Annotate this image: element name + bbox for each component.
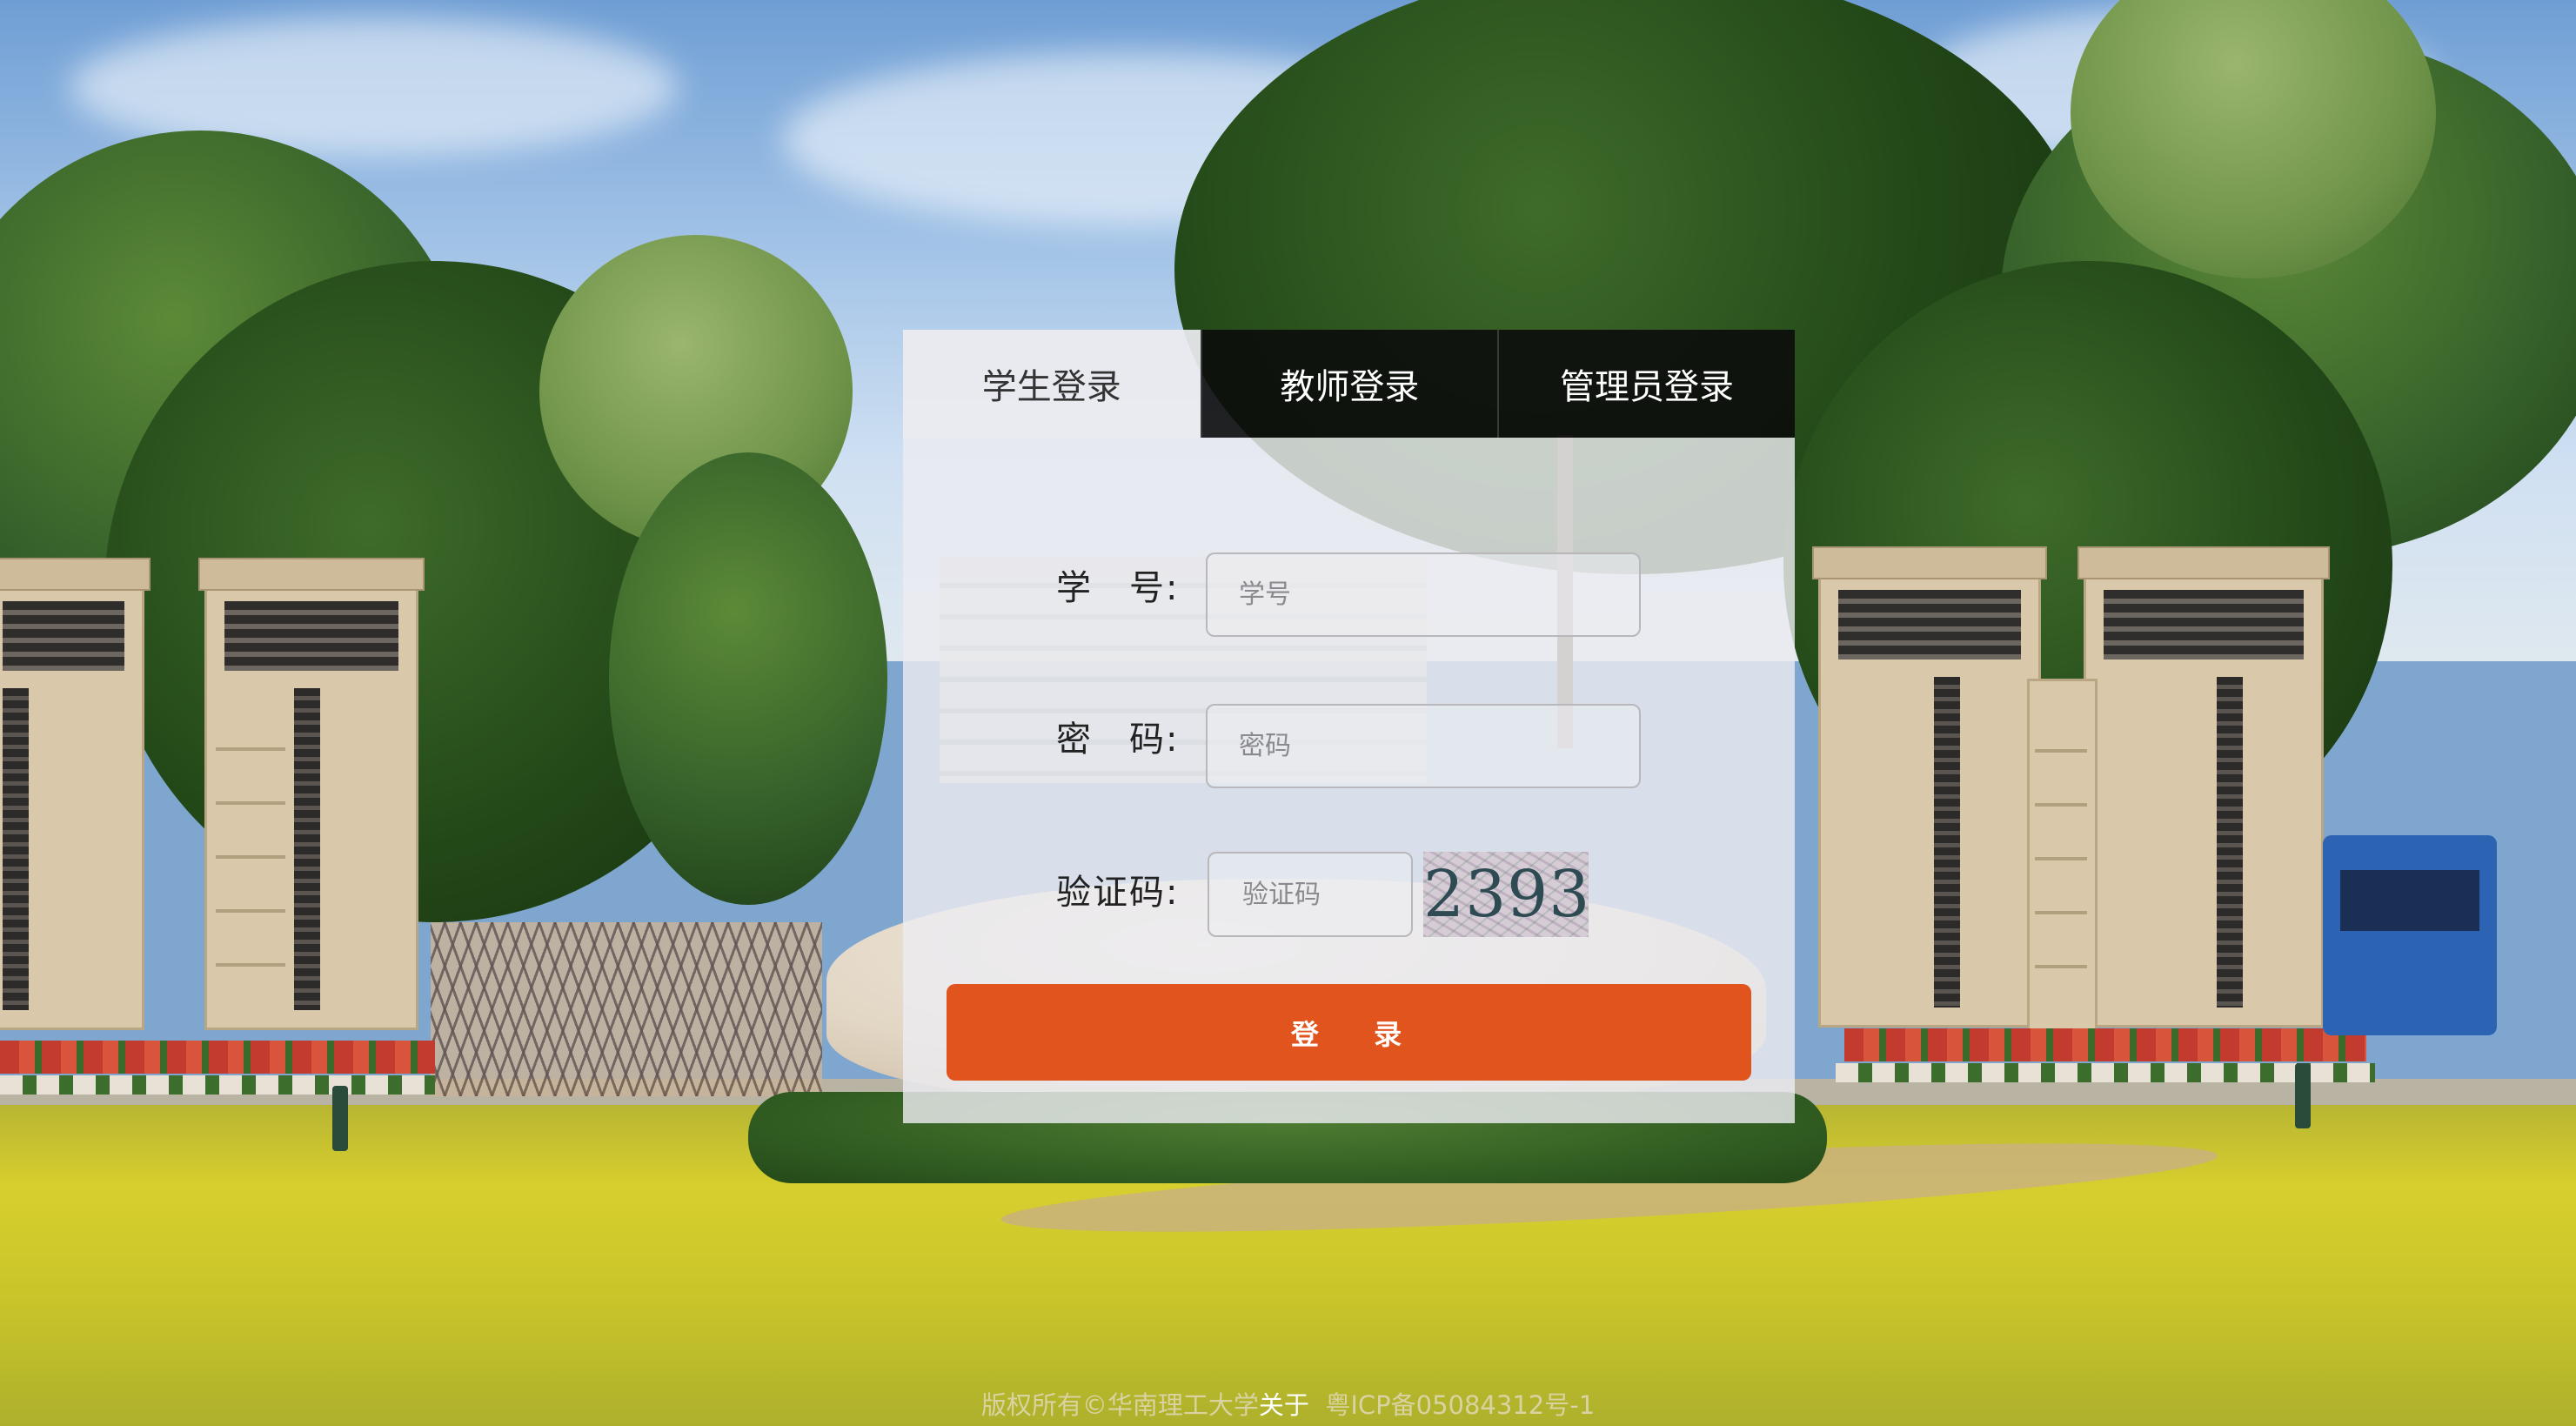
flowerbed — [1844, 1028, 2366, 1061]
gate-tower — [2027, 679, 2098, 1032]
icp-license[interactable]: 粤ICP备05084312号-1 — [1325, 1390, 1595, 1420]
footer: 版权所有©华南理工大学关于 粤ICP备05084312号-1 — [0, 1385, 2576, 1422]
gate-tower — [198, 558, 425, 1030]
tab-student-login[interactable]: 学生登录 — [903, 330, 1201, 438]
flower-pots — [1836, 1063, 2375, 1082]
student-id-label: 学 号: — [1056, 568, 1180, 608]
login-page: 学生登录 教师登录 管理员登录 学 号: 密 码: 验证码: 2393 登 录 … — [0, 0, 2576, 1426]
tab-teacher-login[interactable]: 教师登录 — [1200, 330, 1498, 438]
about-link[interactable]: 关于 — [1259, 1390, 1309, 1420]
tab-admin-login[interactable]: 管理员登录 — [1497, 330, 1795, 438]
lamp-post — [2295, 1063, 2311, 1128]
password-input[interactable] — [1206, 704, 1641, 788]
login-card: 学生登录 教师登录 管理员登录 学 号: 密 码: 验证码: 2393 登 录 — [903, 330, 1795, 1123]
login-button[interactable]: 登 录 — [947, 984, 1751, 1081]
lamp-post — [332, 1086, 348, 1151]
gate-tower — [2078, 546, 2330, 1028]
password-label: 密 码: — [1056, 720, 1180, 760]
gate-tower — [1812, 546, 2047, 1028]
tree — [609, 452, 887, 905]
flower-pots — [0, 1075, 435, 1095]
captcha-image[interactable]: 2393 — [1423, 852, 1589, 937]
student-id-input[interactable] — [1206, 552, 1641, 637]
flowerbed — [0, 1041, 435, 1074]
retractable-gate — [431, 922, 822, 1096]
bus — [2323, 835, 2497, 1035]
captcha-code: 2393 — [1423, 857, 1589, 932]
captcha-input[interactable] — [1208, 852, 1413, 937]
captcha-label: 验证码: — [1056, 873, 1180, 913]
copyright-text: 版权所有©华南理工大学 — [980, 1390, 1259, 1420]
gate-tower — [0, 558, 151, 1030]
login-tabs: 学生登录 教师登录 管理员登录 — [903, 330, 1795, 438]
